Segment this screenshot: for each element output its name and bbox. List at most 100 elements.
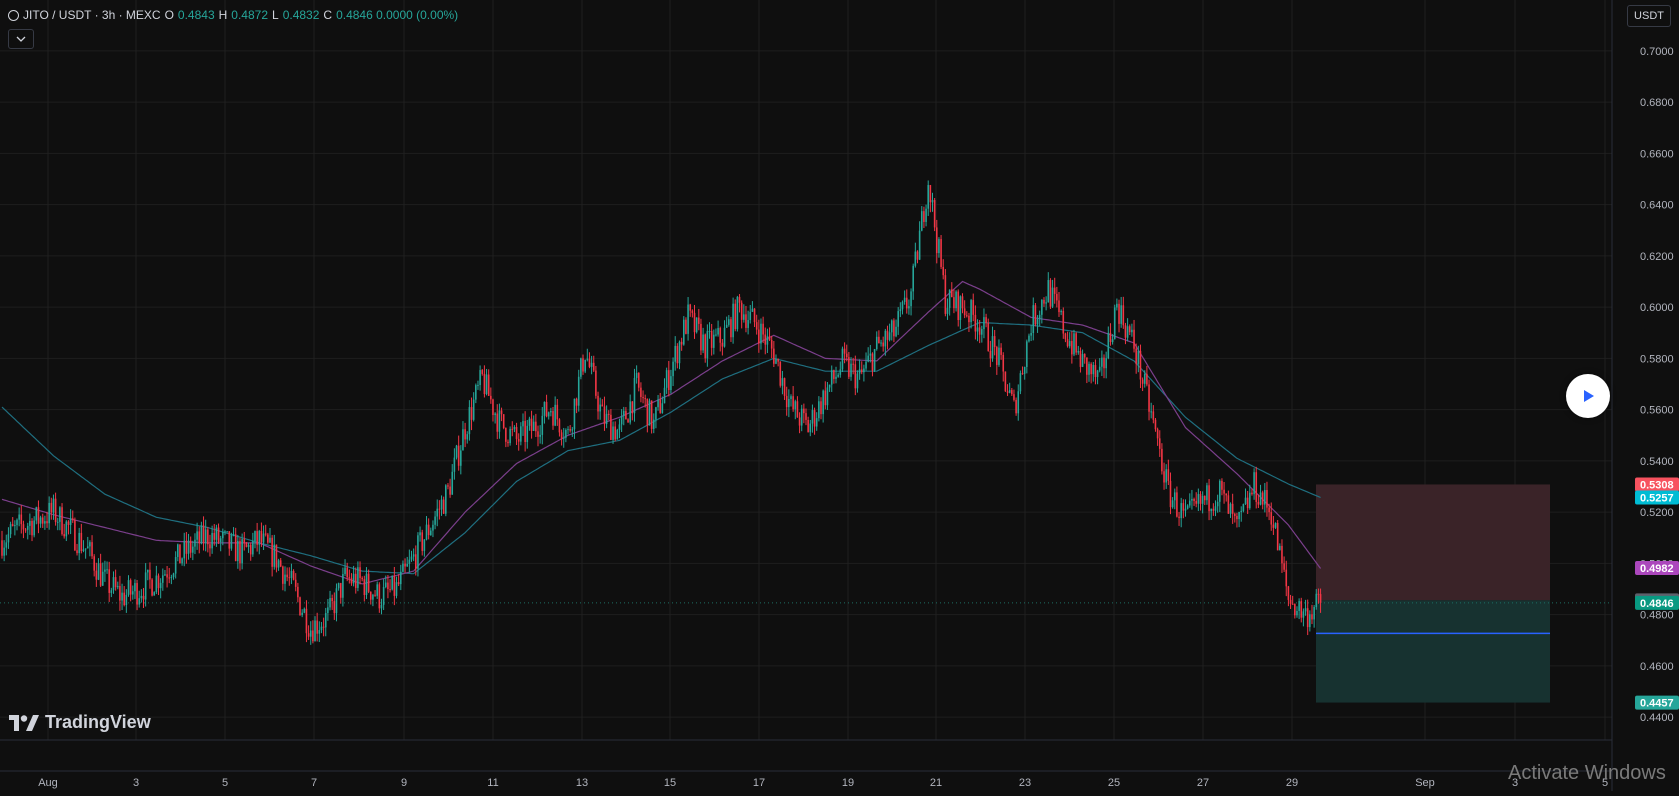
candle <box>693 304 696 339</box>
time-tick-label: 23 <box>1019 777 1031 789</box>
candle-body <box>33 520 35 536</box>
candle-body <box>882 342 884 347</box>
candle <box>938 237 940 258</box>
candle <box>1163 462 1165 490</box>
candle-body <box>237 540 239 562</box>
candle <box>1274 522 1277 529</box>
candle <box>1 530 3 559</box>
candle <box>1101 350 1103 376</box>
candle <box>610 409 612 440</box>
candle-body <box>1289 599 1292 604</box>
candle-body <box>125 594 128 606</box>
time-tick-label: Aug <box>38 777 58 789</box>
candle <box>129 578 132 602</box>
candle-body <box>352 573 355 584</box>
candle-body <box>770 340 773 349</box>
candle-body <box>734 303 737 330</box>
candle-body <box>528 418 531 426</box>
candle-body <box>455 445 458 458</box>
candle <box>449 478 451 498</box>
candle <box>728 315 730 327</box>
candle-body <box>86 546 89 549</box>
candle <box>1028 333 1030 343</box>
candle-body <box>875 336 878 350</box>
candle-body <box>1049 280 1052 307</box>
candle <box>372 593 374 607</box>
price-tick-label: 0.4400 <box>1640 712 1674 724</box>
candle-body <box>1047 280 1050 303</box>
candle <box>445 484 447 517</box>
candle-body <box>408 559 411 564</box>
candle-body <box>605 413 608 425</box>
candle-body <box>149 569 151 580</box>
symbol-header: JITO / USDT · 3h · MEXC O 0.4843 H 0.4872 … <box>8 8 458 22</box>
candle <box>1150 402 1152 419</box>
candle <box>923 206 925 229</box>
candle <box>931 192 934 212</box>
candle-body <box>247 544 250 547</box>
candle-body <box>905 297 908 309</box>
candle <box>361 576 363 582</box>
candle-body <box>1111 339 1114 343</box>
candle-body <box>1058 300 1060 313</box>
candle-body <box>616 429 619 440</box>
currency-button[interactable]: USDT <box>1627 5 1671 27</box>
candle-body <box>633 377 636 414</box>
candle-body <box>760 323 762 344</box>
candle <box>783 377 786 400</box>
candle-body <box>179 544 181 564</box>
price-label-text: 0.4982 <box>1640 563 1674 575</box>
candle <box>1309 610 1311 632</box>
candle <box>1096 369 1099 385</box>
candle-body <box>1060 310 1062 313</box>
replay-button[interactable] <box>1566 374 1610 418</box>
candle <box>785 386 788 416</box>
tradingview-logo[interactable]: TradingView <box>9 712 151 733</box>
candle <box>14 520 16 536</box>
candle <box>803 403 805 424</box>
price-tick-label: 0.6600 <box>1640 148 1674 160</box>
candle-body <box>226 531 228 533</box>
candle <box>1218 479 1221 513</box>
candle-body <box>670 376 672 390</box>
candle-body <box>1311 614 1313 620</box>
candle-body <box>322 626 325 628</box>
chart-canvas[interactable]: 0.7000 0.6800 0.6600 0.6400 0.6200 0.6000 0.58… <box>0 0 1679 791</box>
candle <box>466 431 469 444</box>
candle-body <box>1169 480 1172 508</box>
candle-body <box>811 410 814 424</box>
candle-body <box>82 549 85 551</box>
candle-body <box>888 332 891 340</box>
candle-body <box>657 399 659 408</box>
candle <box>1203 495 1206 506</box>
candle-body <box>372 594 374 600</box>
candle-body <box>84 548 87 550</box>
candle-body <box>582 358 584 372</box>
candle <box>685 317 687 335</box>
candle-body <box>796 401 799 418</box>
candle <box>839 361 842 378</box>
candle <box>3 540 5 562</box>
candle-body <box>1066 339 1069 347</box>
price-chart[interactable]: 0.7000 0.6800 0.6600 0.6400 0.6200 0.6000 0.58… <box>0 0 1679 791</box>
candle-body <box>275 544 278 568</box>
candle-body <box>1283 563 1285 570</box>
candle-body <box>1229 503 1232 514</box>
candle <box>151 578 153 597</box>
candle <box>305 600 308 643</box>
candle <box>1173 488 1176 510</box>
candle <box>490 387 492 404</box>
candle-body <box>1287 586 1290 600</box>
candle <box>1141 377 1144 392</box>
candle <box>241 533 243 570</box>
candle-body <box>477 384 479 386</box>
candle <box>80 523 83 554</box>
candle-body <box>775 359 777 364</box>
symbol-title[interactable]: JITO / USDT · 3h · MEXC <box>23 8 161 22</box>
candle-body <box>1255 472 1258 502</box>
candle <box>273 534 276 570</box>
candle-body <box>822 390 824 415</box>
collapse-legend-button[interactable] <box>8 29 34 49</box>
candle <box>513 425 516 433</box>
candle <box>828 384 831 392</box>
